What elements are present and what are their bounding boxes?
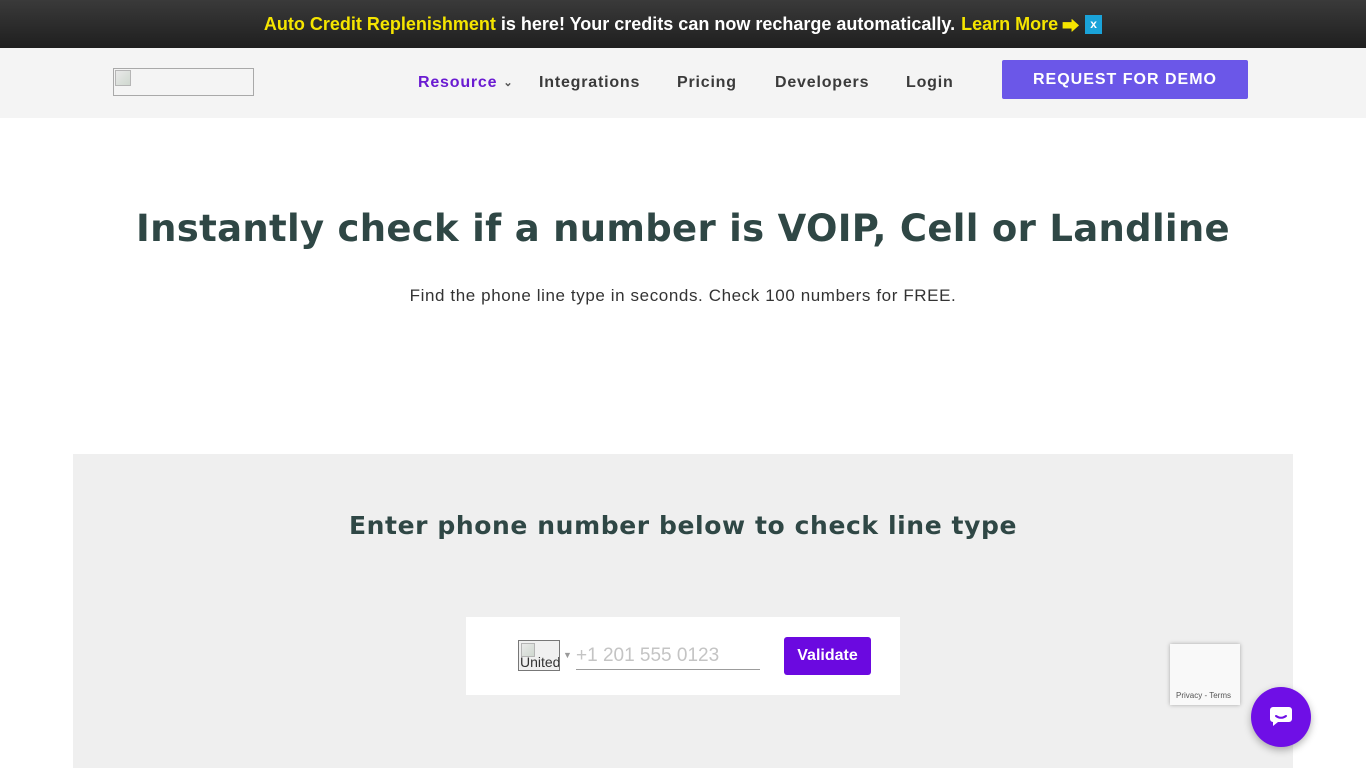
learn-more-link[interactable]: Learn More <box>961 14 1058 35</box>
nav-integrations[interactable]: Integrations <box>539 74 640 92</box>
arrow-right-icon: ⮕ <box>1062 16 1080 36</box>
request-demo-button[interactable]: REQUEST FOR DEMO <box>1002 60 1248 99</box>
page-subtitle: Find the phone line type in seconds. Che… <box>409 286 957 305</box>
phone-form: United ▼ Validate <box>466 617 900 695</box>
line-type-checker: Enter phone number below to check line t… <box>73 454 1293 768</box>
nav-pricing[interactable]: Pricing <box>677 74 737 92</box>
site-logo[interactable] <box>113 68 254 96</box>
nav-developers[interactable]: Developers <box>775 74 869 92</box>
chat-bubble-icon <box>1270 707 1292 726</box>
close-announcement-button[interactable]: x <box>1085 14 1103 34</box>
recaptcha-privacy-link[interactable]: Privacy <box>1176 691 1202 700</box>
caret-down-icon[interactable]: ▼ <box>563 650 572 660</box>
recaptcha-terms-link[interactable]: Terms <box>1209 691 1231 700</box>
announcement-text: is here! Your credits can now recharge a… <box>500 13 956 34</box>
country-flag-selector[interactable]: United <box>518 640 560 671</box>
recaptcha-badge[interactable]: Privacy - Terms <box>1170 644 1240 705</box>
validate-button[interactable]: Validate <box>784 637 871 675</box>
country-flag-alt-text: United <box>520 654 560 670</box>
phone-number-input[interactable] <box>576 643 760 670</box>
nav-login[interactable]: Login <box>906 74 954 92</box>
chat-launcher-button[interactable] <box>1251 687 1311 747</box>
page-title: Instantly check if a number is VOIP, Cel… <box>136 207 1230 250</box>
checker-title: Enter phone number below to check line t… <box>348 511 1018 540</box>
nav-resource-label: Resource <box>418 74 498 91</box>
site-header: Resource ⌄ Integrations Pricing Developer… <box>0 48 1366 118</box>
recaptcha-links: Privacy - Terms <box>1176 691 1231 700</box>
chevron-down-icon: ⌄ <box>503 77 514 89</box>
nav-resource[interactable]: Resource ⌄ <box>418 74 513 92</box>
announcement-highlight: Auto Credit Replenishment <box>263 13 496 34</box>
announcement-bar: Auto Credit Replenishment is here! Your … <box>0 0 1366 48</box>
recaptcha-separator: - <box>1204 691 1208 700</box>
